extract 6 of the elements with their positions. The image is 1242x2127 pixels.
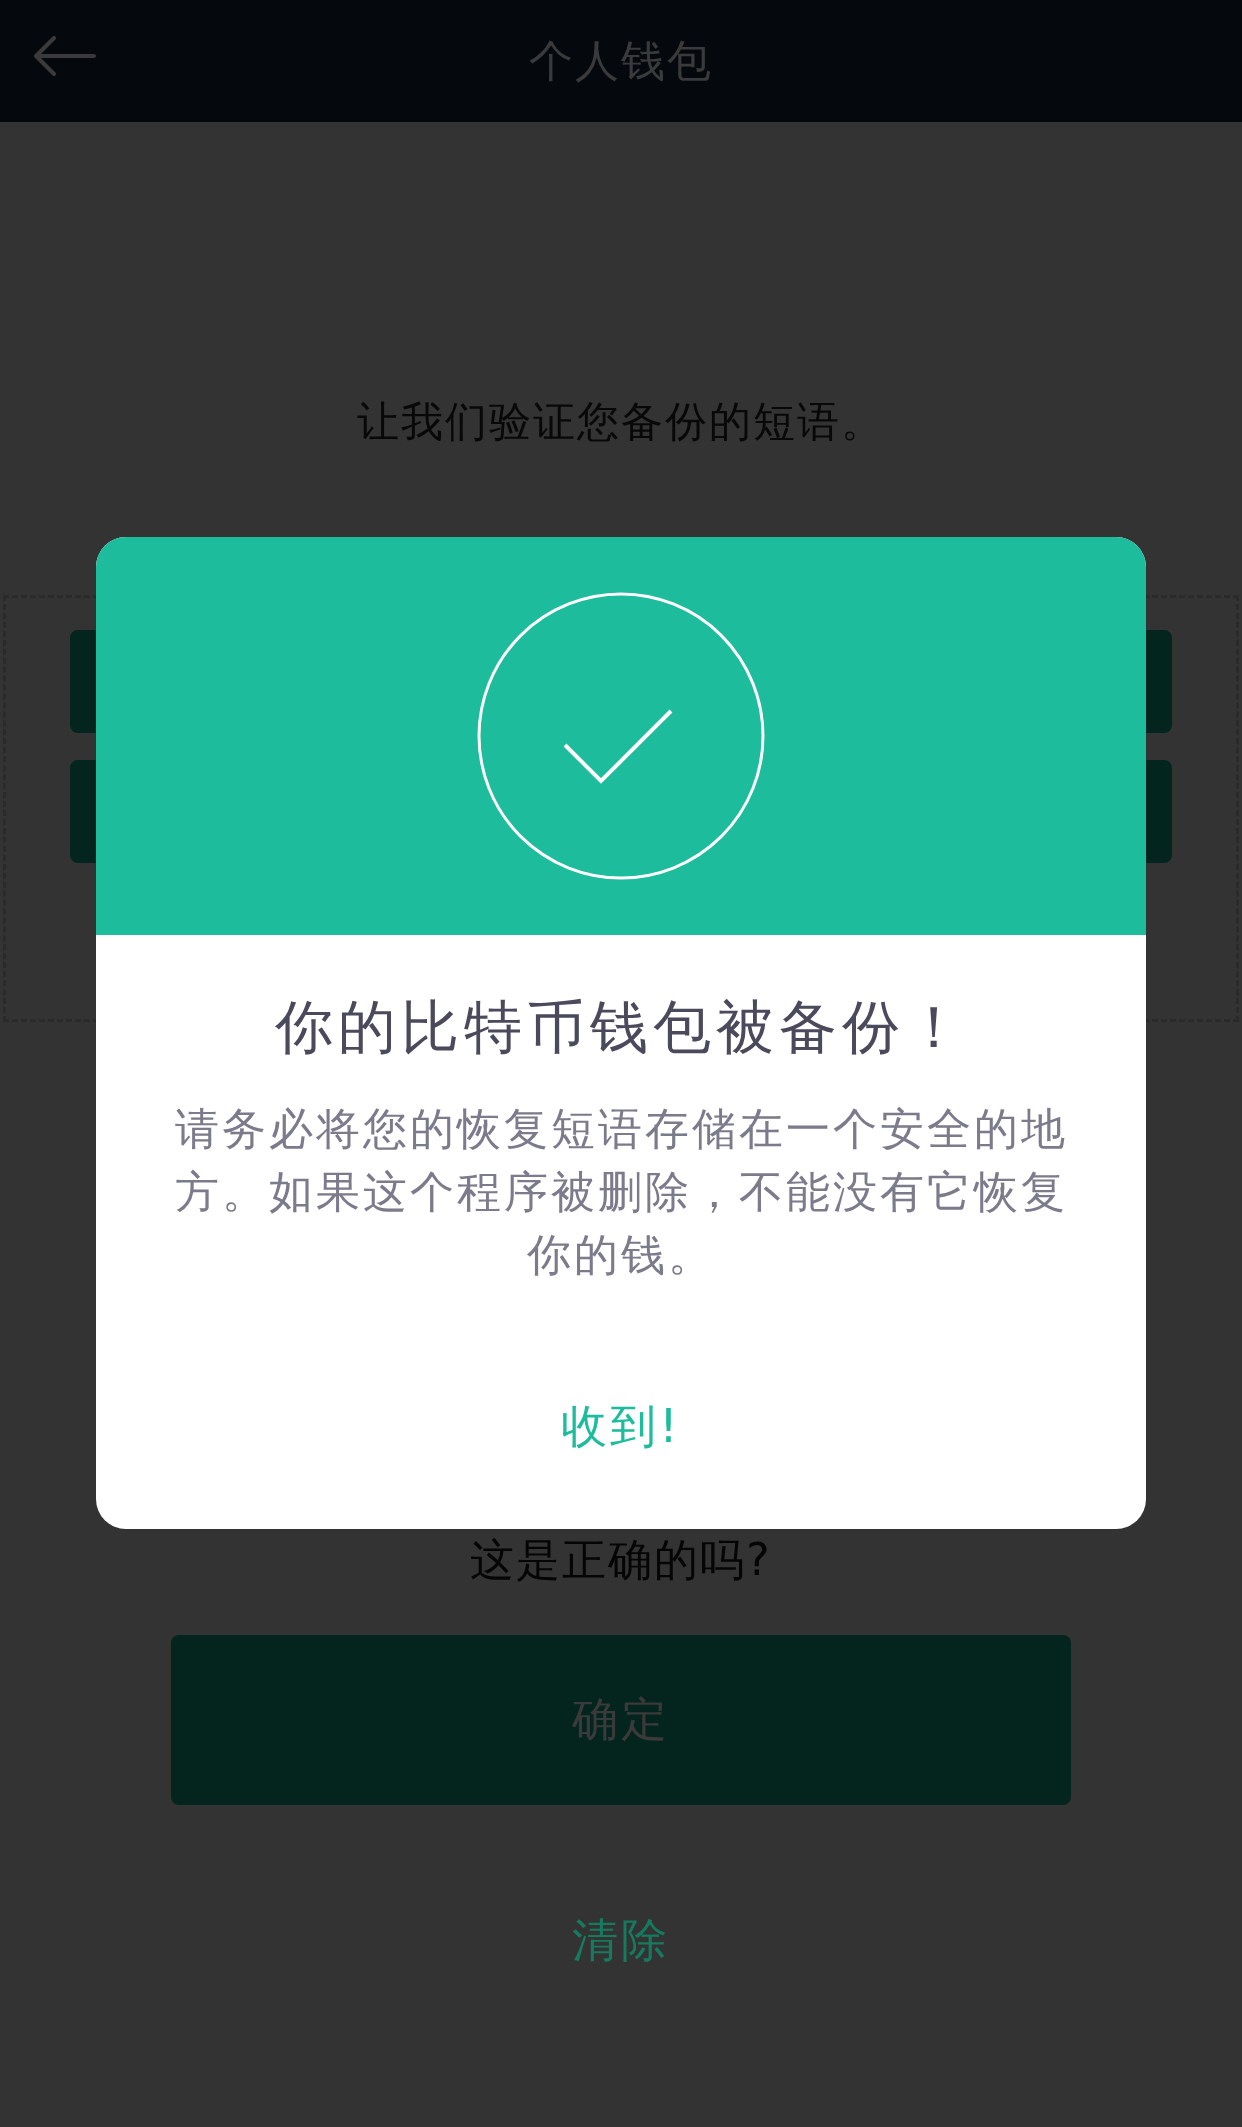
acknowledge-button[interactable]: 收到! (561, 1396, 681, 1456)
clear-button[interactable]: 清除 (572, 1910, 670, 1970)
check-circle-icon (476, 591, 766, 881)
dialog-title: 你的比特币钱包被备份！ (274, 992, 968, 1063)
back-arrow-icon[interactable] (32, 36, 96, 76)
dialog-message: 请务必将您的恢复短语存储在一个安全的地方。如果这个程序被删除，不能没有它恢复你的钱。 (173, 1102, 1069, 1282)
